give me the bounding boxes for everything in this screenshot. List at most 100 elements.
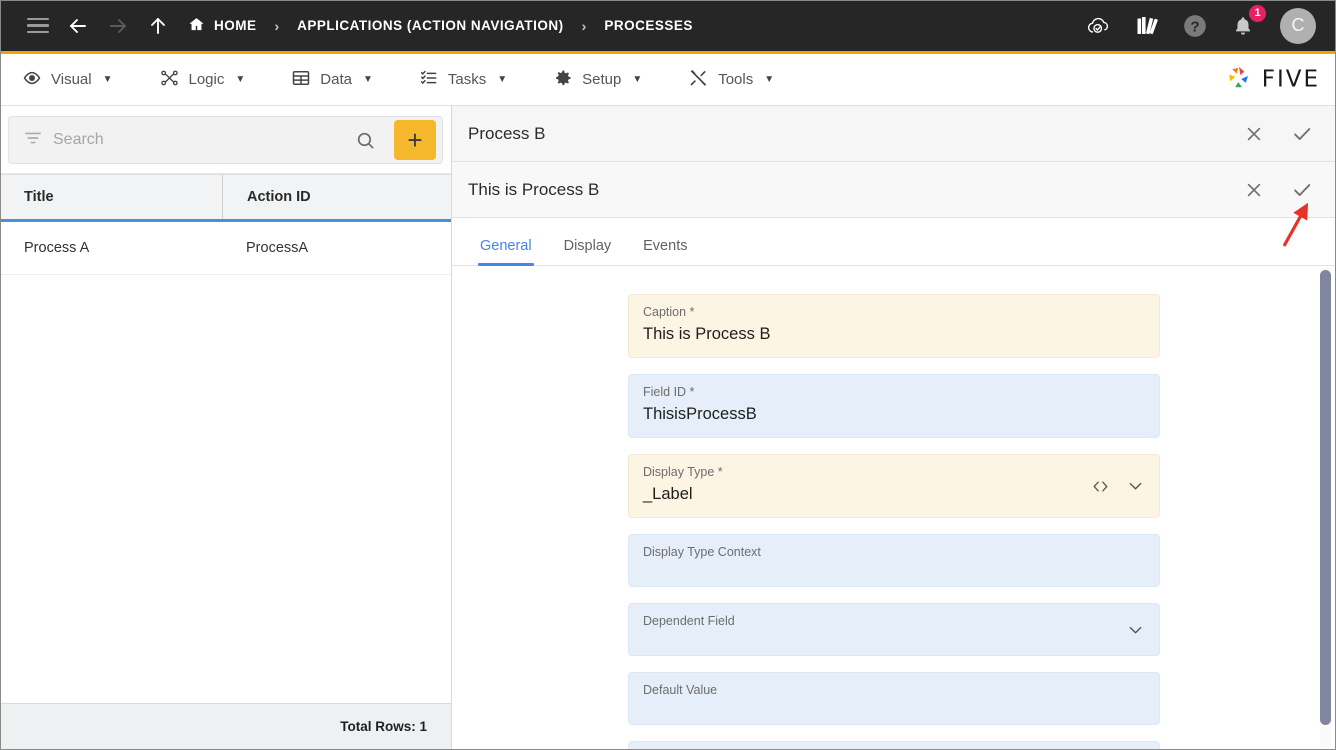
- detail-form-scroll-area: Caption * This is Process B Field ID * T…: [452, 266, 1336, 749]
- menu-item-logic[interactable]: Logic ▼: [153, 68, 264, 92]
- outer-panel-header: Process B: [452, 106, 1336, 162]
- tab-events[interactable]: Events: [627, 238, 703, 265]
- inner-panel-header: This is Process B: [452, 162, 1336, 218]
- inner-panel-title: This is Process B: [468, 179, 600, 199]
- notification-bell-icon[interactable]: 1: [1228, 3, 1267, 41]
- records-grid: Title Action ID Process A ProcessA Total…: [0, 173, 451, 749]
- field-value-caption: This is Process B: [643, 325, 771, 343]
- user-avatar[interactable]: C: [1280, 7, 1316, 44]
- field-default-value[interactable]: Default Value: [628, 672, 1160, 725]
- column-header-action-id[interactable]: Action ID: [222, 175, 451, 219]
- library-books-icon[interactable]: [1132, 11, 1162, 41]
- inner-header-confirm-icon[interactable]: [1290, 178, 1314, 202]
- breadcrumb: HOME › APPLICATIONS (ACTION NAVIGATION) …: [188, 16, 693, 36]
- chevron-down-icon: ▼: [102, 74, 113, 85]
- forward-arrow-icon[interactable]: [98, 6, 138, 46]
- outer-header-confirm-icon[interactable]: [1290, 122, 1314, 146]
- detail-tabs: General Display Events: [452, 218, 1336, 266]
- breadcrumb-separator: ›: [274, 17, 280, 34]
- search-box[interactable]: +: [8, 116, 443, 164]
- top-nav-actions: ? 1 C: [1084, 3, 1322, 44]
- outer-header-close-icon[interactable]: [1242, 122, 1266, 146]
- menu-item-data[interactable]: Data ▼: [285, 68, 391, 92]
- back-arrow-icon[interactable]: [58, 6, 98, 46]
- field-display-type-icons: [1091, 477, 1145, 496]
- top-navigation-bar: HOME › APPLICATIONS (ACTION NAVIGATION) …: [0, 0, 1336, 54]
- field-display-type[interactable]: Display Type * _Label: [628, 454, 1160, 518]
- field-field-id[interactable]: Field ID * ThisisProcessB: [628, 374, 1160, 438]
- field-label-display-type: Display Type *: [643, 465, 723, 479]
- chevron-down-icon: ▼: [362, 74, 373, 85]
- vertical-scrollbar-track[interactable]: [1320, 268, 1331, 747]
- inner-header-actions: [1242, 178, 1314, 202]
- menu-label-logic: Logic: [188, 71, 225, 88]
- eye-icon: [22, 68, 42, 92]
- field-label-dependent-field: Dependent Field: [643, 614, 735, 628]
- tab-display[interactable]: Display: [548, 238, 628, 265]
- chevron-down-icon[interactable]: [1126, 477, 1145, 496]
- grid-body: Process A ProcessA: [0, 222, 451, 703]
- search-area: +: [0, 106, 451, 173]
- detail-form: Caption * This is Process B Field ID * T…: [628, 294, 1160, 749]
- menu-item-tasks[interactable]: Tasks ▼: [413, 68, 525, 92]
- breadcrumb-item-applications[interactable]: APPLICATIONS (ACTION NAVIGATION): [297, 18, 564, 33]
- inner-header-close-icon[interactable]: [1242, 178, 1266, 202]
- chevron-down-icon: ▼: [235, 74, 246, 85]
- gear-icon: [553, 68, 573, 92]
- workspace: + Title Action ID Process A ProcessA Tot…: [0, 106, 1336, 749]
- menu-item-tools[interactable]: Tools ▼: [682, 68, 792, 92]
- menu-item-visual[interactable]: Visual ▼: [16, 68, 131, 92]
- magnifier-icon[interactable]: [347, 130, 384, 151]
- home-icon: [188, 16, 205, 36]
- plus-icon: +: [407, 125, 423, 155]
- help-circle-icon[interactable]: ?: [1180, 11, 1210, 41]
- svg-text:?: ?: [1190, 18, 1199, 35]
- add-record-button[interactable]: +: [394, 120, 436, 160]
- field-label-field-id: Field ID *: [643, 385, 695, 399]
- menu-label-setup: Setup: [582, 71, 622, 88]
- field-label-default-value: Default Value: [643, 683, 718, 697]
- hamburger-menu-icon[interactable]: [18, 6, 58, 46]
- detail-panel: Process B This is Process B General Disp…: [452, 106, 1336, 749]
- field-dependent-field-icons: [1126, 620, 1145, 639]
- field-display-type-context[interactable]: Display Type Context: [628, 534, 1160, 587]
- table-grid-icon: [291, 68, 311, 92]
- vertical-scrollbar-thumb[interactable]: [1320, 270, 1331, 725]
- field-caption[interactable]: Caption * This is Process B: [628, 294, 1160, 358]
- top-nav-controls: [18, 6, 178, 46]
- code-brackets-icon[interactable]: [1091, 478, 1110, 494]
- field-field-data[interactable]: Field Data Click to set field data: [628, 741, 1160, 749]
- field-dependent-field[interactable]: Dependent Field: [628, 603, 1160, 656]
- menu-label-visual: Visual: [51, 71, 92, 88]
- breadcrumb-item-home[interactable]: HOME: [188, 16, 257, 36]
- menu-label-tasks: Tasks: [447, 71, 487, 88]
- five-brand-logo: FIVE: [1224, 62, 1320, 97]
- records-list-panel: + Title Action ID Process A ProcessA Tot…: [0, 106, 452, 749]
- tab-general[interactable]: General: [464, 238, 548, 266]
- cell-action-id: ProcessA: [246, 240, 309, 256]
- field-label-display-type-context: Display Type Context: [643, 545, 761, 559]
- filter-icon[interactable]: [23, 128, 43, 153]
- field-value-field-id: ThisisProcessB: [643, 405, 757, 423]
- chevron-down-icon[interactable]: [1126, 620, 1145, 639]
- five-logo-text: FIVE: [1261, 66, 1320, 93]
- table-row[interactable]: Process A ProcessA: [0, 222, 451, 275]
- search-input[interactable]: [53, 131, 337, 149]
- tools-icon: [688, 68, 709, 92]
- up-arrow-icon[interactable]: [138, 6, 178, 46]
- cloud-check-icon[interactable]: [1084, 11, 1114, 41]
- menu-label-data: Data: [320, 71, 352, 88]
- application-window: HOME › APPLICATIONS (ACTION NAVIGATION) …: [0, 0, 1336, 750]
- column-header-title[interactable]: Title: [0, 175, 222, 219]
- outer-panel-title: Process B: [468, 123, 546, 143]
- outer-header-actions: [1242, 122, 1314, 146]
- menu-label-tools: Tools: [718, 71, 754, 88]
- cell-title: Process A: [24, 240, 90, 256]
- field-label-caption: Caption *: [643, 305, 695, 319]
- five-pinwheel-logo-icon: [1224, 62, 1254, 97]
- field-value-display-type: _Label: [643, 485, 693, 503]
- chevron-down-icon: ▼: [764, 74, 775, 85]
- menu-item-setup[interactable]: Setup ▼: [547, 68, 660, 92]
- breadcrumb-item-processes[interactable]: PROCESSES: [604, 18, 693, 33]
- breadcrumb-label-home: HOME: [214, 18, 257, 33]
